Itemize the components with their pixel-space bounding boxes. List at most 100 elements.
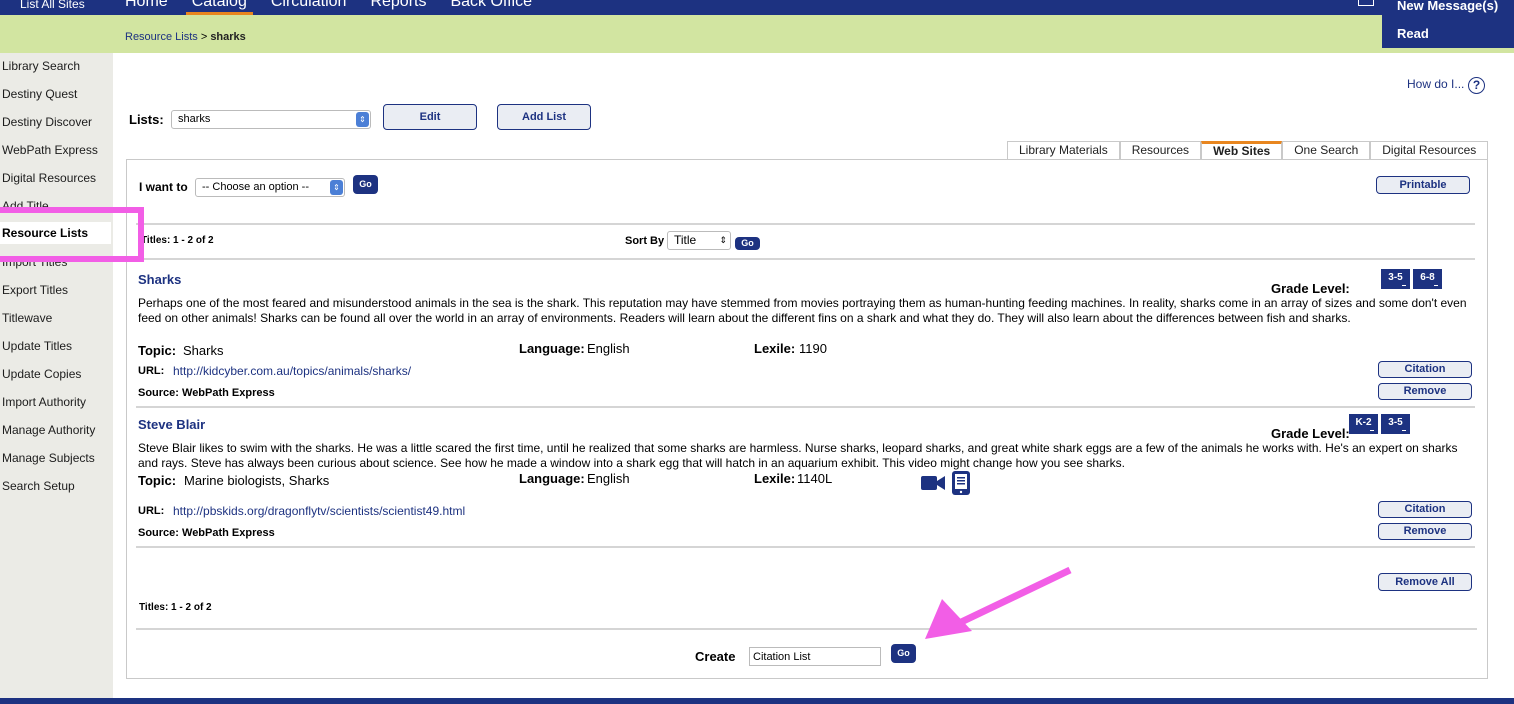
new-messages-link[interactable]: New Message(s) [1397,0,1498,13]
lexile-label: Lexile: [754,471,796,486]
source-text: Source: WebPath Express [138,387,275,399]
sort-by-select[interactable]: Title ⇕ [667,231,731,250]
item-description: Perhaps one of the most feared and misun… [138,296,1467,325]
breadcrumb-separator: > [197,31,211,43]
tab-one-search[interactable]: One Search [1282,141,1371,160]
titles-count-top: Titles: 1 - 2 of 2 [141,235,214,246]
sidebar-item-destiny-quest[interactable]: Destiny Quest [2,87,77,101]
printable-button[interactable]: Printable [1376,176,1470,194]
nav-circulation[interactable]: Circulation [271,0,347,13]
titles-count-bottom: Titles: 1 - 2 of 2 [139,602,212,613]
lexile-value: 1190 [799,341,827,356]
grade-level-label: Grade Level: [1271,426,1350,441]
sidebar-item-import-authority[interactable]: Import Authority [2,395,86,409]
sidebar-item-search-setup[interactable]: Search Setup [2,479,75,493]
sidebar-item-manage-authority[interactable]: Manage Authority [2,423,95,437]
sidebar: Library Search Destiny Quest Destiny Dis… [0,53,113,698]
lists-select-value: sharks [178,113,211,125]
language-value: English [587,341,630,356]
item-url-link[interactable]: http://kidcyber.com.au/topics/animals/sh… [173,364,411,378]
topic-value: Marine biologists, Sharks [184,473,330,488]
sort-go-button[interactable]: Go [735,237,760,250]
topic-label: Topic: [138,473,177,488]
create-go-button[interactable]: Go [891,644,916,663]
topic-label: Topic: [138,343,177,358]
tab-digital-resources[interactable]: Digital Resources [1370,141,1489,160]
tab-library-materials[interactable]: Library Materials [1007,141,1120,160]
annotation-highlight-box [0,207,144,262]
i-want-to-label: I want to [139,180,188,194]
help-icon[interactable]: ? [1468,77,1485,94]
ebook-tablet-icon [952,471,970,495]
sidebar-item-destiny-discover[interactable]: Destiny Discover [2,115,92,129]
breadcrumb-resource-lists[interactable]: Resource Lists [125,31,198,43]
breadcrumb-current: sharks [210,31,246,43]
i-want-to-select[interactable]: -- Choose an option -- ⇕ [195,178,345,197]
lists-select[interactable]: sharks ⇕ [171,110,371,129]
sidebar-item-webpath-express[interactable]: WebPath Express [2,143,98,157]
sidebar-item-update-titles[interactable]: Update Titles [2,339,72,353]
divider [136,258,1475,260]
sidebar-item-library-search[interactable]: Library Search [2,59,80,73]
remove-button[interactable]: Remove [1378,523,1472,540]
item-description: Steve Blair likes to swim with the shark… [138,441,1458,470]
web-sites-panel [126,159,1488,679]
citation-button[interactable]: Citation [1378,501,1472,518]
language-label: Language: [519,471,585,486]
annotation-arrow-icon [925,566,1072,639]
divider [136,628,1477,630]
add-list-button[interactable]: Add List [497,104,591,130]
remove-button[interactable]: Remove [1378,383,1472,400]
sidebar-item-manage-subjects[interactable]: Manage Subjects [2,451,95,465]
select-arrows-icon: ⇕ [719,235,727,245]
nav-reports[interactable]: Reports [370,0,426,13]
main-nav: Home Catalog Circulation Reports Back Of… [125,0,556,15]
read-link[interactable]: Read [1397,26,1429,41]
divider [136,223,1475,225]
sidebar-item-update-copies[interactable]: Update Copies [2,367,81,381]
breadcrumb: Resource Lists > sharks [125,31,246,43]
item-url-link[interactable]: http://pbskids.org/dragonflytv/scientist… [173,504,465,518]
item-title-link[interactable]: Steve Blair [138,417,205,432]
footer-bar [0,698,1514,704]
video-icon [921,476,945,490]
divider [136,546,1475,548]
topic-value: Sharks [183,343,224,358]
i-want-to-go-button[interactable]: Go [353,175,378,194]
divider [136,406,1475,408]
sort-by-label: Sort By [625,235,665,247]
nav-catalog[interactable]: Catalog [185,0,254,15]
top-navigation-bar: List All Sites Home Catalog Circulation … [0,0,1514,15]
select-arrows-icon: ⇕ [330,180,343,195]
sidebar-item-titlewave[interactable]: Titlewave [2,311,52,325]
lexile-value: 1140L [797,471,833,486]
create-list-field[interactable] [749,647,881,666]
sort-by-select-value: Title [674,233,697,247]
grade-level-label: Grade Level: [1271,281,1350,296]
nav-home[interactable]: Home [125,0,168,13]
tab-resources[interactable]: Resources [1119,141,1202,160]
lexile-label: Lexile: [754,341,796,356]
tab-web-sites[interactable]: Web Sites [1201,141,1283,160]
nav-back-office[interactable]: Back Office [450,0,532,13]
item-title-link[interactable]: Sharks [138,272,181,287]
url-text: http://kidcyber.com.au/topics/animals/sh… [173,364,411,378]
edit-list-button[interactable]: Edit [383,104,477,130]
sidebar-item-digital-resources[interactable]: Digital Resources [2,171,96,185]
how-do-i-link[interactable]: How do I... [1407,77,1464,91]
language-label: Language: [519,341,585,356]
grade-badge: K-2 [1349,414,1378,434]
lists-label: Lists: [129,112,164,127]
url-label: URL: [138,365,165,377]
select-arrows-icon: ⇕ [356,112,369,127]
create-label: Create [695,649,736,664]
citation-button[interactable]: Citation [1378,361,1472,378]
url-text: http://pbskids.org/dragonflytv/scientist… [173,504,465,518]
resource-tabs: Library Materials Resources Web Sites On… [1007,141,1489,160]
breadcrumb-bar: Resource Lists > sharks [0,15,1514,53]
mail-icon[interactable] [1358,0,1374,6]
list-all-sites-link[interactable]: List All Sites [20,0,85,11]
sidebar-item-export-titles[interactable]: Export Titles [2,283,68,297]
url-label: URL: [138,505,165,517]
remove-all-button[interactable]: Remove All [1378,573,1472,591]
